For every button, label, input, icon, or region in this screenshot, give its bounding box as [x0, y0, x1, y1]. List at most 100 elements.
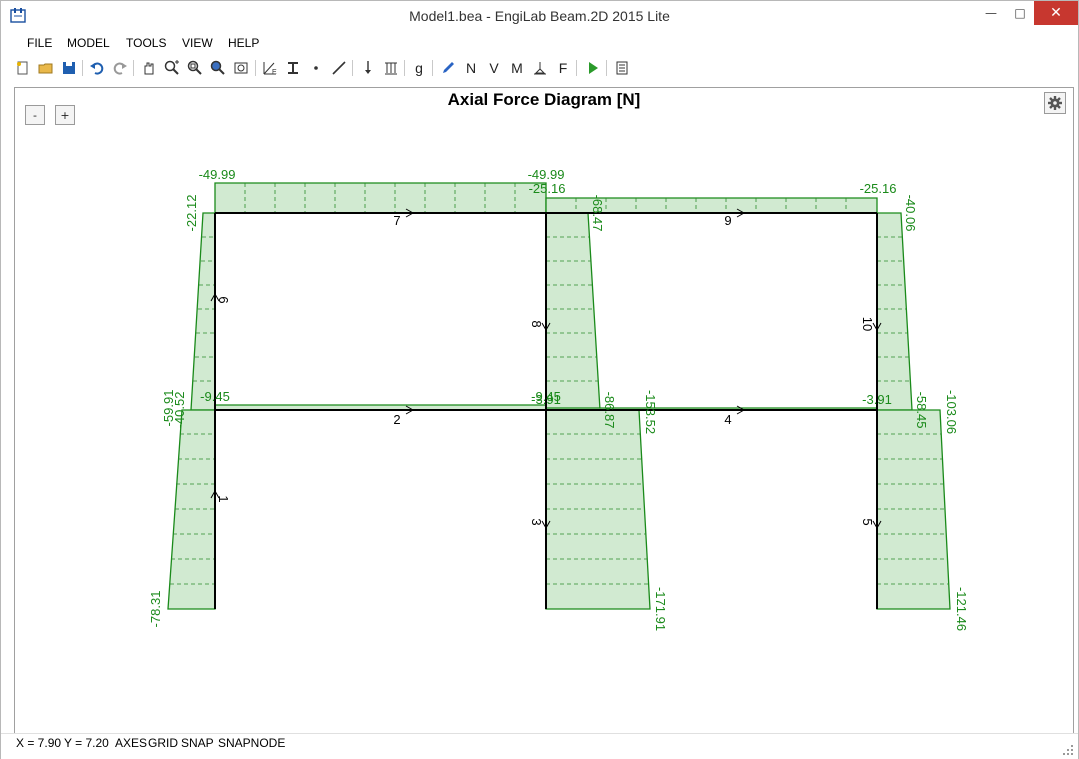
bending-moment-button[interactable]: M [507, 58, 527, 78]
axial-fill-column-10 [876, 212, 913, 411]
menu-model[interactable]: MODEL [67, 36, 110, 50]
zoom-in-button[interactable] [162, 58, 182, 78]
element-label-10: 10 [860, 317, 875, 331]
run-analysis-button[interactable] [583, 58, 603, 78]
element-label-2: 2 [393, 412, 400, 427]
value-beam2-left: -9.45 [200, 389, 230, 404]
pencil-icon [443, 62, 454, 73]
toolbar-separator [133, 60, 134, 76]
value-beam7-left: -49.99 [199, 167, 236, 182]
element-label-9: 9 [724, 213, 731, 228]
close-icon: ✕ [1050, 5, 1062, 21]
section-button[interactable] [283, 58, 303, 78]
new-file-icon [17, 61, 28, 75]
maximize-icon: □ [1014, 6, 1026, 20]
minimize-button[interactable]: — [976, 1, 1006, 25]
report-icon [616, 61, 628, 75]
open-file-button[interactable] [36, 58, 56, 78]
undo-button[interactable] [87, 58, 107, 78]
node-icon [314, 66, 318, 70]
element-label-3: 3 [529, 518, 544, 525]
add-node-button[interactable] [306, 58, 326, 78]
status-bar: X = 7.90 Y = 7.20 AXES GRID SNAP SNAPNOD… [1, 733, 1078, 759]
status-y-coordinate: Y = 7.20 [64, 736, 109, 750]
axial-fill-column-1 [167, 409, 216, 610]
zoom-window-button[interactable] [185, 58, 205, 78]
zoom-extents-button[interactable] [208, 58, 228, 78]
value-beam9-left: -25.16 [529, 181, 566, 196]
menu-tools[interactable]: TOOLS [126, 36, 166, 50]
zoom-extents-icon [210, 60, 225, 75]
menu-view[interactable]: VIEW [182, 36, 213, 50]
maximize-button[interactable]: □ [1006, 1, 1034, 25]
axial-force-button[interactable]: N [461, 58, 481, 78]
distributed-load-icon [385, 62, 397, 75]
zoom-fit-button[interactable] [231, 58, 251, 78]
status-x-coordinate: X = 7.90 [16, 736, 62, 750]
pan-button[interactable] [139, 58, 159, 78]
value-col5-bottom: -121.46 [954, 587, 969, 631]
value-col3-bottom: -171.91 [653, 587, 668, 631]
report-button[interactable] [612, 58, 632, 78]
value-beam4-left: -3.91 [531, 392, 561, 407]
menu-file[interactable]: FILE [27, 36, 52, 50]
axial-fill-column-8 [545, 212, 601, 411]
value-col8-bottom: -86.87 [602, 392, 617, 429]
redo-icon [113, 62, 127, 75]
title-bar: Model1.bea - EngiLab Beam.2D 2015 Lite —… [1, 1, 1078, 32]
value-col5-top: -103.06 [944, 390, 959, 434]
drawing-canvas[interactable]: Axial Force Diagram [N] - + 7 9 2 4 6 1 … [14, 87, 1074, 734]
save-icon [63, 62, 75, 74]
value-beam4-right: -3.91 [862, 392, 892, 407]
application-window: Model1.bea - EngiLab Beam.2D 2015 Lite —… [0, 0, 1079, 759]
value-col1-top: -59.91 [161, 390, 176, 427]
element-label-7: 7 [393, 213, 400, 228]
svg-text:E: E [272, 69, 277, 76]
status-axes-toggle[interactable]: AXES [115, 736, 147, 750]
distributed-load-button[interactable] [381, 58, 401, 78]
value-col8-top: -68.47 [590, 195, 605, 232]
value-beam7-right: -49.99 [528, 167, 565, 182]
element-label-6: 6 [216, 296, 231, 303]
point-load-icon [365, 61, 371, 74]
axial-fill-column-6 [190, 212, 216, 411]
gravity-button[interactable]: g [409, 58, 429, 78]
reactions-button[interactable] [530, 58, 550, 78]
play-icon [589, 62, 598, 74]
material-icon: E [263, 62, 277, 76]
value-col10-bottom: -58.45 [914, 392, 929, 429]
redo-button[interactable] [110, 58, 130, 78]
menu-help[interactable]: HELP [228, 36, 259, 50]
new-file-button[interactable] [13, 58, 33, 78]
toolbar-separator [606, 60, 607, 76]
element-label-8: 8 [529, 320, 544, 327]
status-grid-toggle[interactable]: GRID [148, 736, 178, 750]
value-col10-top: -40.06 [903, 195, 918, 232]
save-button[interactable] [59, 58, 79, 78]
nodal-load-button[interactable] [358, 58, 378, 78]
add-element-button[interactable] [329, 58, 349, 78]
window-title: Model1.bea - EngiLab Beam.2D 2015 Lite [409, 8, 670, 24]
toolbar-separator [82, 60, 83, 76]
hand-pan-icon [144, 62, 154, 75]
zoom-window-icon [187, 60, 202, 75]
axial-fill-beam-7 [214, 182, 547, 214]
edit-button[interactable] [438, 58, 458, 78]
open-folder-icon [38, 63, 53, 74]
zoom-fit-icon [234, 62, 248, 74]
close-button[interactable]: ✕ [1034, 1, 1078, 25]
material-button[interactable]: E [260, 58, 280, 78]
axial-fill-column-5 [876, 409, 951, 610]
zoom-in-icon [164, 60, 179, 75]
forces-button[interactable]: F [553, 58, 573, 78]
toolbar-separator [352, 60, 353, 76]
shear-force-button[interactable]: V [484, 58, 504, 78]
element-line-icon [332, 61, 346, 75]
resize-grip-icon[interactable] [1062, 744, 1074, 756]
status-snapnode-toggle[interactable]: SNAPNODE [218, 736, 285, 750]
value-beam9-right: -25.16 [860, 181, 897, 196]
toolbar-separator [404, 60, 405, 76]
axial-fill-column-3 [545, 409, 651, 610]
menu-bar: FILE MODEL TOOLS VIEW HELP [1, 33, 1078, 53]
status-snap-toggle[interactable]: SNAP [181, 736, 214, 750]
